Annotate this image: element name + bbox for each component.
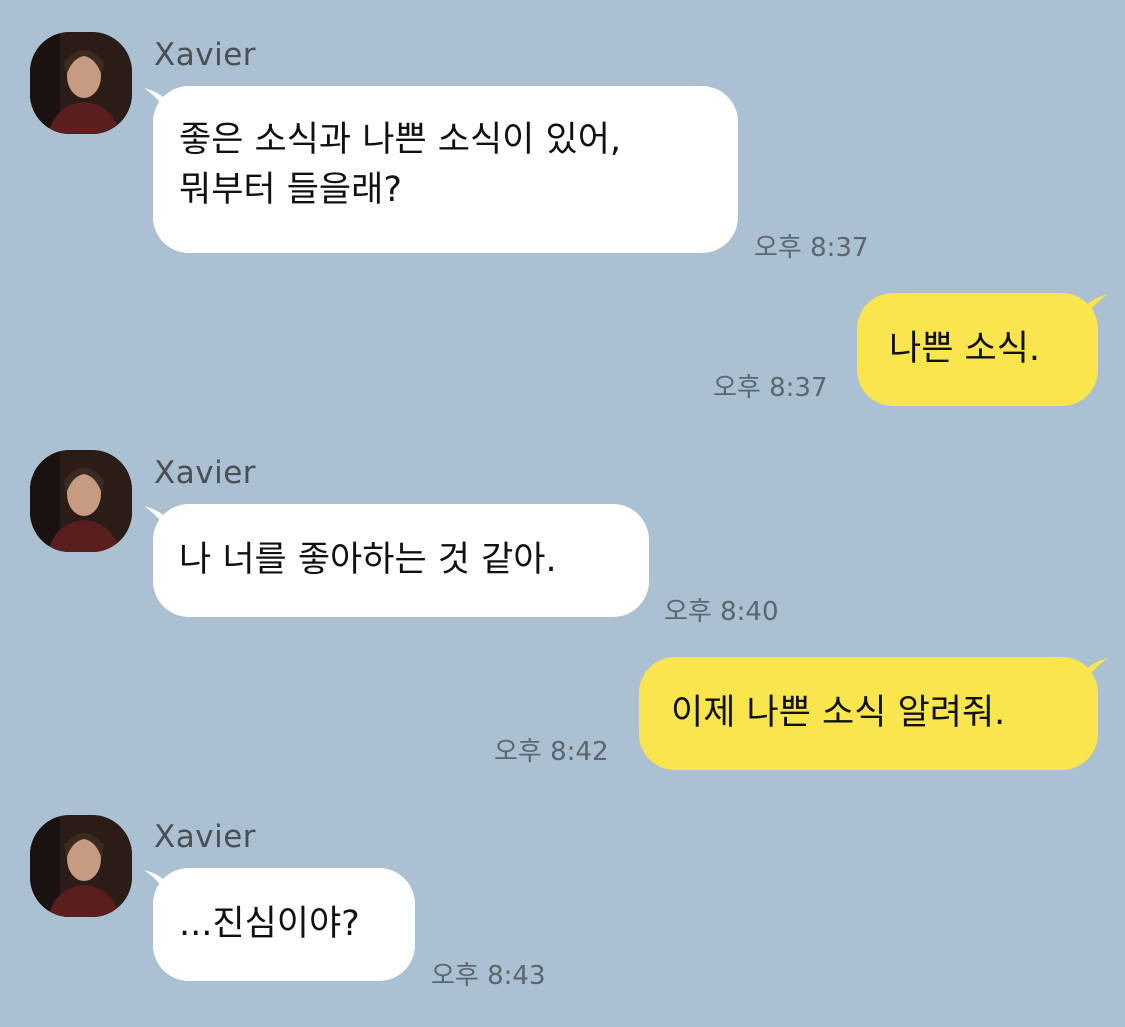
chat-thread: Xavier 좋은 소식과 나쁜 소식이 있어, 뭐부터 들을래? 오후 8:3… bbox=[0, 0, 1125, 1027]
incoming-message-bubble[interactable]: ...진심이야? bbox=[153, 868, 415, 981]
avatar[interactable] bbox=[30, 815, 132, 917]
message-text-line: ...진심이야? bbox=[179, 904, 360, 944]
outgoing-message-bubble[interactable]: 나쁜 소식. bbox=[857, 293, 1098, 406]
message-text-line: 나 너를 좋아하는 것 같아. bbox=[179, 540, 557, 580]
outgoing-bubble-tail bbox=[1084, 658, 1108, 682]
sender-name: Xavier bbox=[154, 455, 257, 491]
sender-name: Xavier bbox=[154, 819, 257, 855]
message-timestamp: 오후 8:42 bbox=[494, 737, 609, 767]
message-timestamp: 오후 8:40 bbox=[664, 597, 779, 627]
sender-name: Xavier bbox=[154, 37, 257, 73]
message-text-line: 뭐부터 들을래? bbox=[179, 170, 402, 210]
message-text-line: 나쁜 소식. bbox=[889, 329, 1041, 369]
message-timestamp: 오후 8:43 bbox=[431, 961, 546, 991]
profile-photo-icon bbox=[30, 450, 132, 552]
profile-photo-icon bbox=[30, 815, 132, 917]
outgoing-bubble-tail bbox=[1084, 294, 1108, 318]
message-timestamp: 오후 8:37 bbox=[713, 373, 828, 403]
message-text-line: 이제 나쁜 소식 알려줘. bbox=[671, 693, 1006, 733]
message-timestamp: 오후 8:37 bbox=[754, 233, 869, 263]
profile-photo-icon bbox=[30, 32, 132, 134]
avatar[interactable] bbox=[30, 32, 132, 134]
incoming-message-bubble[interactable]: 나 너를 좋아하는 것 같아. bbox=[153, 504, 649, 617]
avatar[interactable] bbox=[30, 450, 132, 552]
incoming-message-bubble[interactable]: 좋은 소식과 나쁜 소식이 있어, 뭐부터 들을래? bbox=[153, 86, 738, 253]
outgoing-message-bubble[interactable]: 이제 나쁜 소식 알려줘. bbox=[639, 657, 1098, 770]
message-text-line: 좋은 소식과 나쁜 소식이 있어, bbox=[179, 120, 622, 160]
